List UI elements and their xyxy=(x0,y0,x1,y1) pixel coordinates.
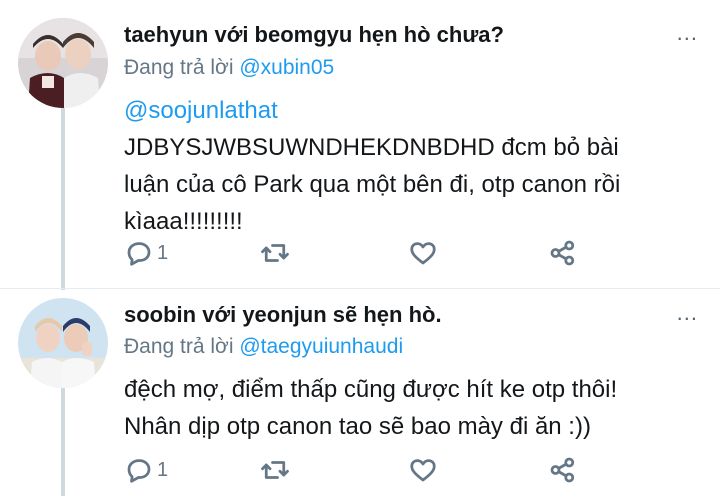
tweet-text: đệch mợ, điểm thấp cũng được hít ke otp … xyxy=(124,371,694,445)
text-line: luận của cô Park qua một bên đi, otp can… xyxy=(124,171,621,198)
reply-handle-link[interactable]: @taegyuiunhaudi xyxy=(239,335,403,358)
tweet-text: @soojunlathat JDBYSJWBSUWNDHEKDNBDHD đcm… xyxy=(124,92,694,240)
thread-line xyxy=(61,388,65,496)
reply-count: 1 xyxy=(157,458,169,481)
more-options-icon[interactable]: ... xyxy=(677,20,698,46)
text-line: Nhân dịp otp canon tao sẽ bao mày đi ăn … xyxy=(124,413,591,440)
share-button[interactable] xyxy=(548,453,578,487)
action-bar: 1 xyxy=(124,453,594,487)
retweet-icon xyxy=(261,244,289,262)
retweet-icon xyxy=(261,461,289,479)
replying-to: Đang trả lời @xubin05 xyxy=(124,56,334,80)
retweet-button[interactable] xyxy=(260,453,290,487)
action-bar: 1 xyxy=(124,236,594,270)
heart-icon xyxy=(410,242,436,265)
tweet-2[interactable]: soobin với yeonjun sẽ hẹn hò. ... Đang t… xyxy=(0,289,720,496)
avatar[interactable] xyxy=(18,298,108,388)
share-icon xyxy=(550,457,575,483)
retweet-button[interactable] xyxy=(260,236,290,270)
replying-prefix: Đang trả lời xyxy=(124,56,234,79)
reply-handle-link[interactable]: @xubin05 xyxy=(239,56,334,79)
comment-icon xyxy=(127,242,151,266)
comment-icon xyxy=(127,459,151,483)
like-button[interactable] xyxy=(408,236,438,270)
text-line: JDBYSJWBSUWNDHEKDNBDHD đcm bỏ bài xyxy=(124,134,619,161)
heart-icon xyxy=(410,459,436,482)
thread-line xyxy=(61,108,65,290)
mention-link[interactable]: @soojunlathat xyxy=(124,92,694,129)
share-button[interactable] xyxy=(548,236,578,270)
share-icon xyxy=(550,240,575,266)
replying-to: Đang trả lời @taegyuiunhaudi xyxy=(124,335,403,359)
reply-count: 1 xyxy=(157,241,169,264)
tweet-1[interactable]: taehyun với beomgyu hẹn hò chưa? ... Đan… xyxy=(0,0,720,290)
text-line: kìaaa!!!!!!!!! xyxy=(124,208,243,235)
replying-prefix: Đang trả lời xyxy=(124,335,234,358)
avatar[interactable] xyxy=(18,18,108,108)
like-button[interactable] xyxy=(408,453,438,487)
reply-button[interactable]: 1 xyxy=(124,453,168,487)
display-name[interactable]: taehyun với beomgyu hẹn hò chưa? xyxy=(124,22,504,48)
display-name[interactable]: soobin với yeonjun sẽ hẹn hò. xyxy=(124,302,442,328)
more-options-icon[interactable]: ... xyxy=(677,300,698,326)
text-line: đệch mợ, điểm thấp cũng được hít ke otp … xyxy=(124,376,618,403)
reply-button[interactable]: 1 xyxy=(124,236,168,270)
